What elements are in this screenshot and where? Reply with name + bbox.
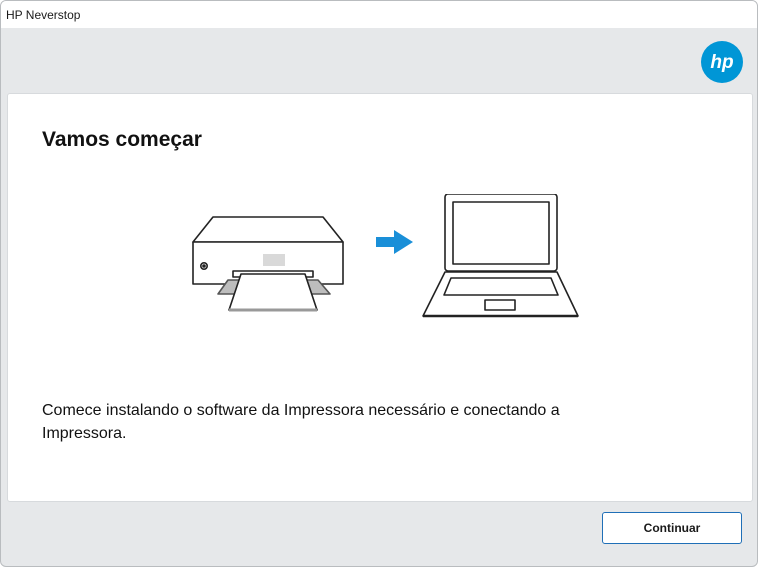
arrow-right-icon [376, 230, 413, 254]
content-card: Vamos começar Comece instalando o softwa… [7, 93, 753, 502]
printer-icon [192, 216, 344, 312]
hp-logo-icon: hp [701, 41, 743, 83]
page-title: Vamos começar [42, 128, 202, 151]
continue-button[interactable]: Continuar [602, 512, 742, 544]
app-window: HP Neverstop hp Vamos começar Comece ins… [0, 0, 758, 567]
window-title: HP Neverstop [6, 8, 81, 22]
title-bar: HP Neverstop [1, 1, 757, 28]
svg-text:hp: hp [710, 52, 733, 73]
laptop-icon [422, 194, 579, 318]
setup-illustration [192, 194, 579, 318]
setup-description: Comece instalando o software da Impresso… [42, 402, 560, 442]
